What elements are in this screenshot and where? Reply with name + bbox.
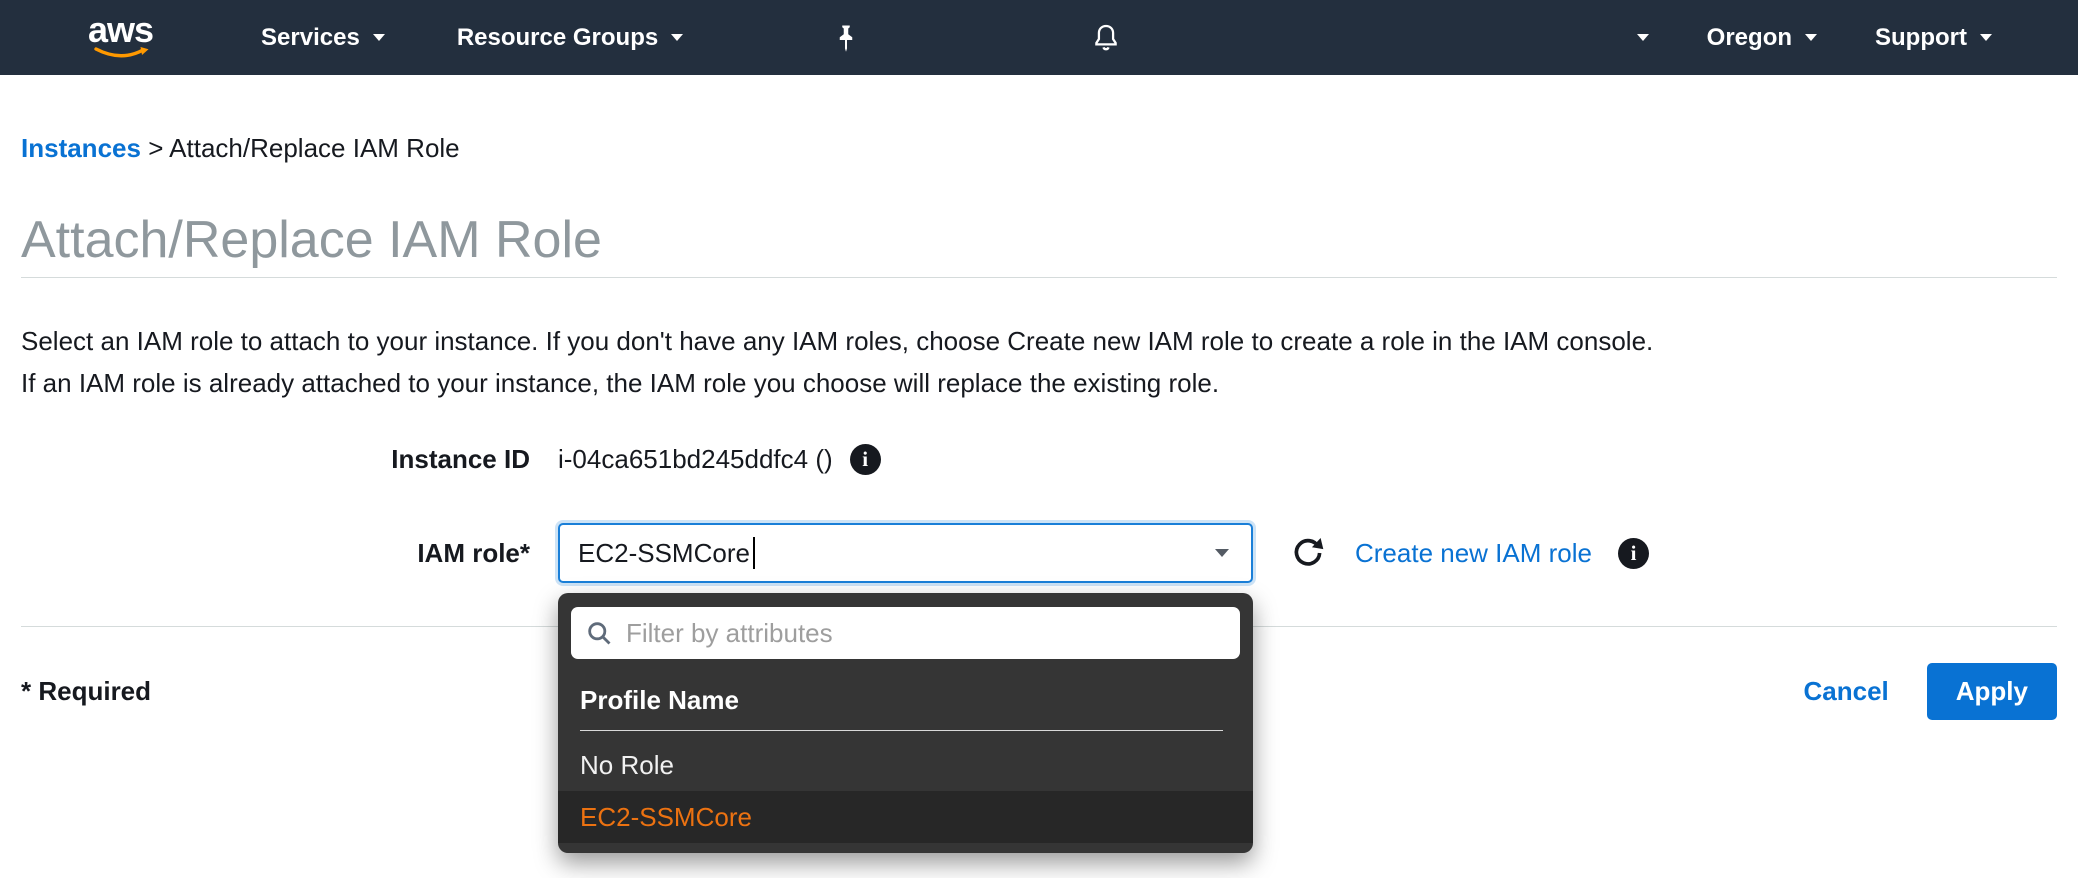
bell-icon — [1095, 24, 1117, 50]
dropdown-filter-input[interactable] — [626, 617, 1226, 649]
dropdown-option-ec2-ssmcore[interactable]: EC2-SSMCore — [558, 791, 1253, 843]
nav-region-menu[interactable]: Oregon — [1706, 23, 1818, 52]
dropdown-column-header: Profile Name — [580, 659, 1223, 731]
chevron-down-icon — [1805, 34, 1818, 41]
pin-shortcut-button[interactable] — [833, 23, 859, 53]
aws-logo[interactable]: aws — [88, 8, 154, 62]
iam-role-dropdown-panel: Profile Name No Role EC2-SSMCore — [558, 593, 1253, 853]
search-icon — [588, 622, 611, 645]
chevron-down-icon — [372, 34, 385, 41]
dropdown-options-list: No Role EC2-SSMCore — [558, 739, 1253, 843]
iam-role-label: IAM role* — [417, 537, 530, 568]
page-title: Attach/Replace IAM Role — [21, 211, 602, 269]
info-icon[interactable] — [849, 444, 881, 475]
chevron-down-icon — [1636, 34, 1649, 41]
breadcrumb: Instances > Attach/Replace IAM Role — [21, 133, 2057, 164]
nav-resource-groups-label: Resource Groups — [456, 23, 659, 51]
footer-buttons: Cancel Apply — [1804, 663, 2057, 720]
iam-role-combobox[interactable]: EC2-SSMCore — [558, 523, 1253, 583]
attach-role-form: Instance ID i-04ca651bd245ddfc4 () IAM r… — [21, 444, 2057, 853]
text-cursor — [752, 537, 755, 569]
chevron-down-icon — [1980, 34, 1992, 41]
iam-role-row: IAM role* EC2-SSMCore Create new IAM rol — [21, 523, 2057, 853]
instance-id-label: Instance ID — [391, 444, 530, 474]
refresh-roles-button[interactable] — [1291, 536, 1325, 570]
iam-role-value-text: EC2-SSMCore — [578, 537, 750, 568]
combobox-caret-icon[interactable] — [1215, 549, 1229, 557]
breadcrumb-separator: > — [148, 133, 164, 163]
instance-id-control: i-04ca651bd245ddfc4 () — [558, 444, 881, 475]
option-label: No Role — [580, 749, 674, 780]
aws-smile-icon — [93, 46, 149, 57]
nav-services-menu[interactable]: Services — [261, 24, 385, 52]
description-line-1: Select an IAM role to attach to your ins… — [21, 326, 1654, 356]
create-new-iam-role-link[interactable]: Create new IAM role — [1355, 538, 1592, 569]
nav-right-group: Oregon Support — [1636, 23, 2078, 52]
main-content: Instances > Attach/Replace IAM Role Atta… — [0, 133, 2078, 853]
instance-id-value: i-04ca651bd245ddfc4 () — [558, 444, 833, 474]
title-divider — [21, 277, 2057, 278]
required-note: * Required — [21, 676, 152, 706]
iam-role-combobox-value[interactable]: EC2-SSMCore — [560, 537, 1215, 569]
nav-region-label: Oregon — [1706, 23, 1793, 51]
chevron-down-icon — [671, 34, 684, 41]
instance-id-row: Instance ID i-04ca651bd245ddfc4 () — [21, 444, 2057, 475]
nav-account-menu[interactable] — [1636, 34, 1649, 41]
dropdown-filter-box[interactable] — [571, 607, 1240, 659]
page-description: Select an IAM role to attach to your ins… — [21, 320, 2057, 404]
breadcrumb-instances-link[interactable]: Instances — [21, 133, 141, 163]
info-icon[interactable] — [1617, 537, 1649, 569]
breadcrumb-current: Attach/Replace IAM Role — [169, 133, 460, 163]
nav-support-label: Support — [1875, 23, 1967, 51]
option-label: EC2-SSMCore — [580, 801, 752, 832]
notifications-button[interactable] — [1089, 21, 1123, 55]
iam-role-control: EC2-SSMCore Create new IAM role i Filter… — [558, 523, 1649, 853]
nav-support-menu[interactable]: Support — [1875, 24, 1992, 52]
nav-resource-groups-menu[interactable]: Resource Groups — [456, 23, 684, 52]
top-nav: aws Services Resource Groups Oregon Supp… — [0, 0, 2078, 75]
pushpin-icon — [839, 25, 853, 52]
apply-button[interactable]: Apply — [1926, 663, 2057, 720]
nav-services-label: Services — [261, 23, 360, 51]
aws-logo-text: aws — [88, 8, 154, 50]
dropdown-option-no-role[interactable]: No Role — [558, 739, 1253, 791]
refresh-icon — [1294, 537, 1324, 566]
cancel-button[interactable]: Cancel — [1804, 676, 1889, 707]
description-line-2: If an IAM role is already attached to yo… — [21, 368, 1220, 398]
